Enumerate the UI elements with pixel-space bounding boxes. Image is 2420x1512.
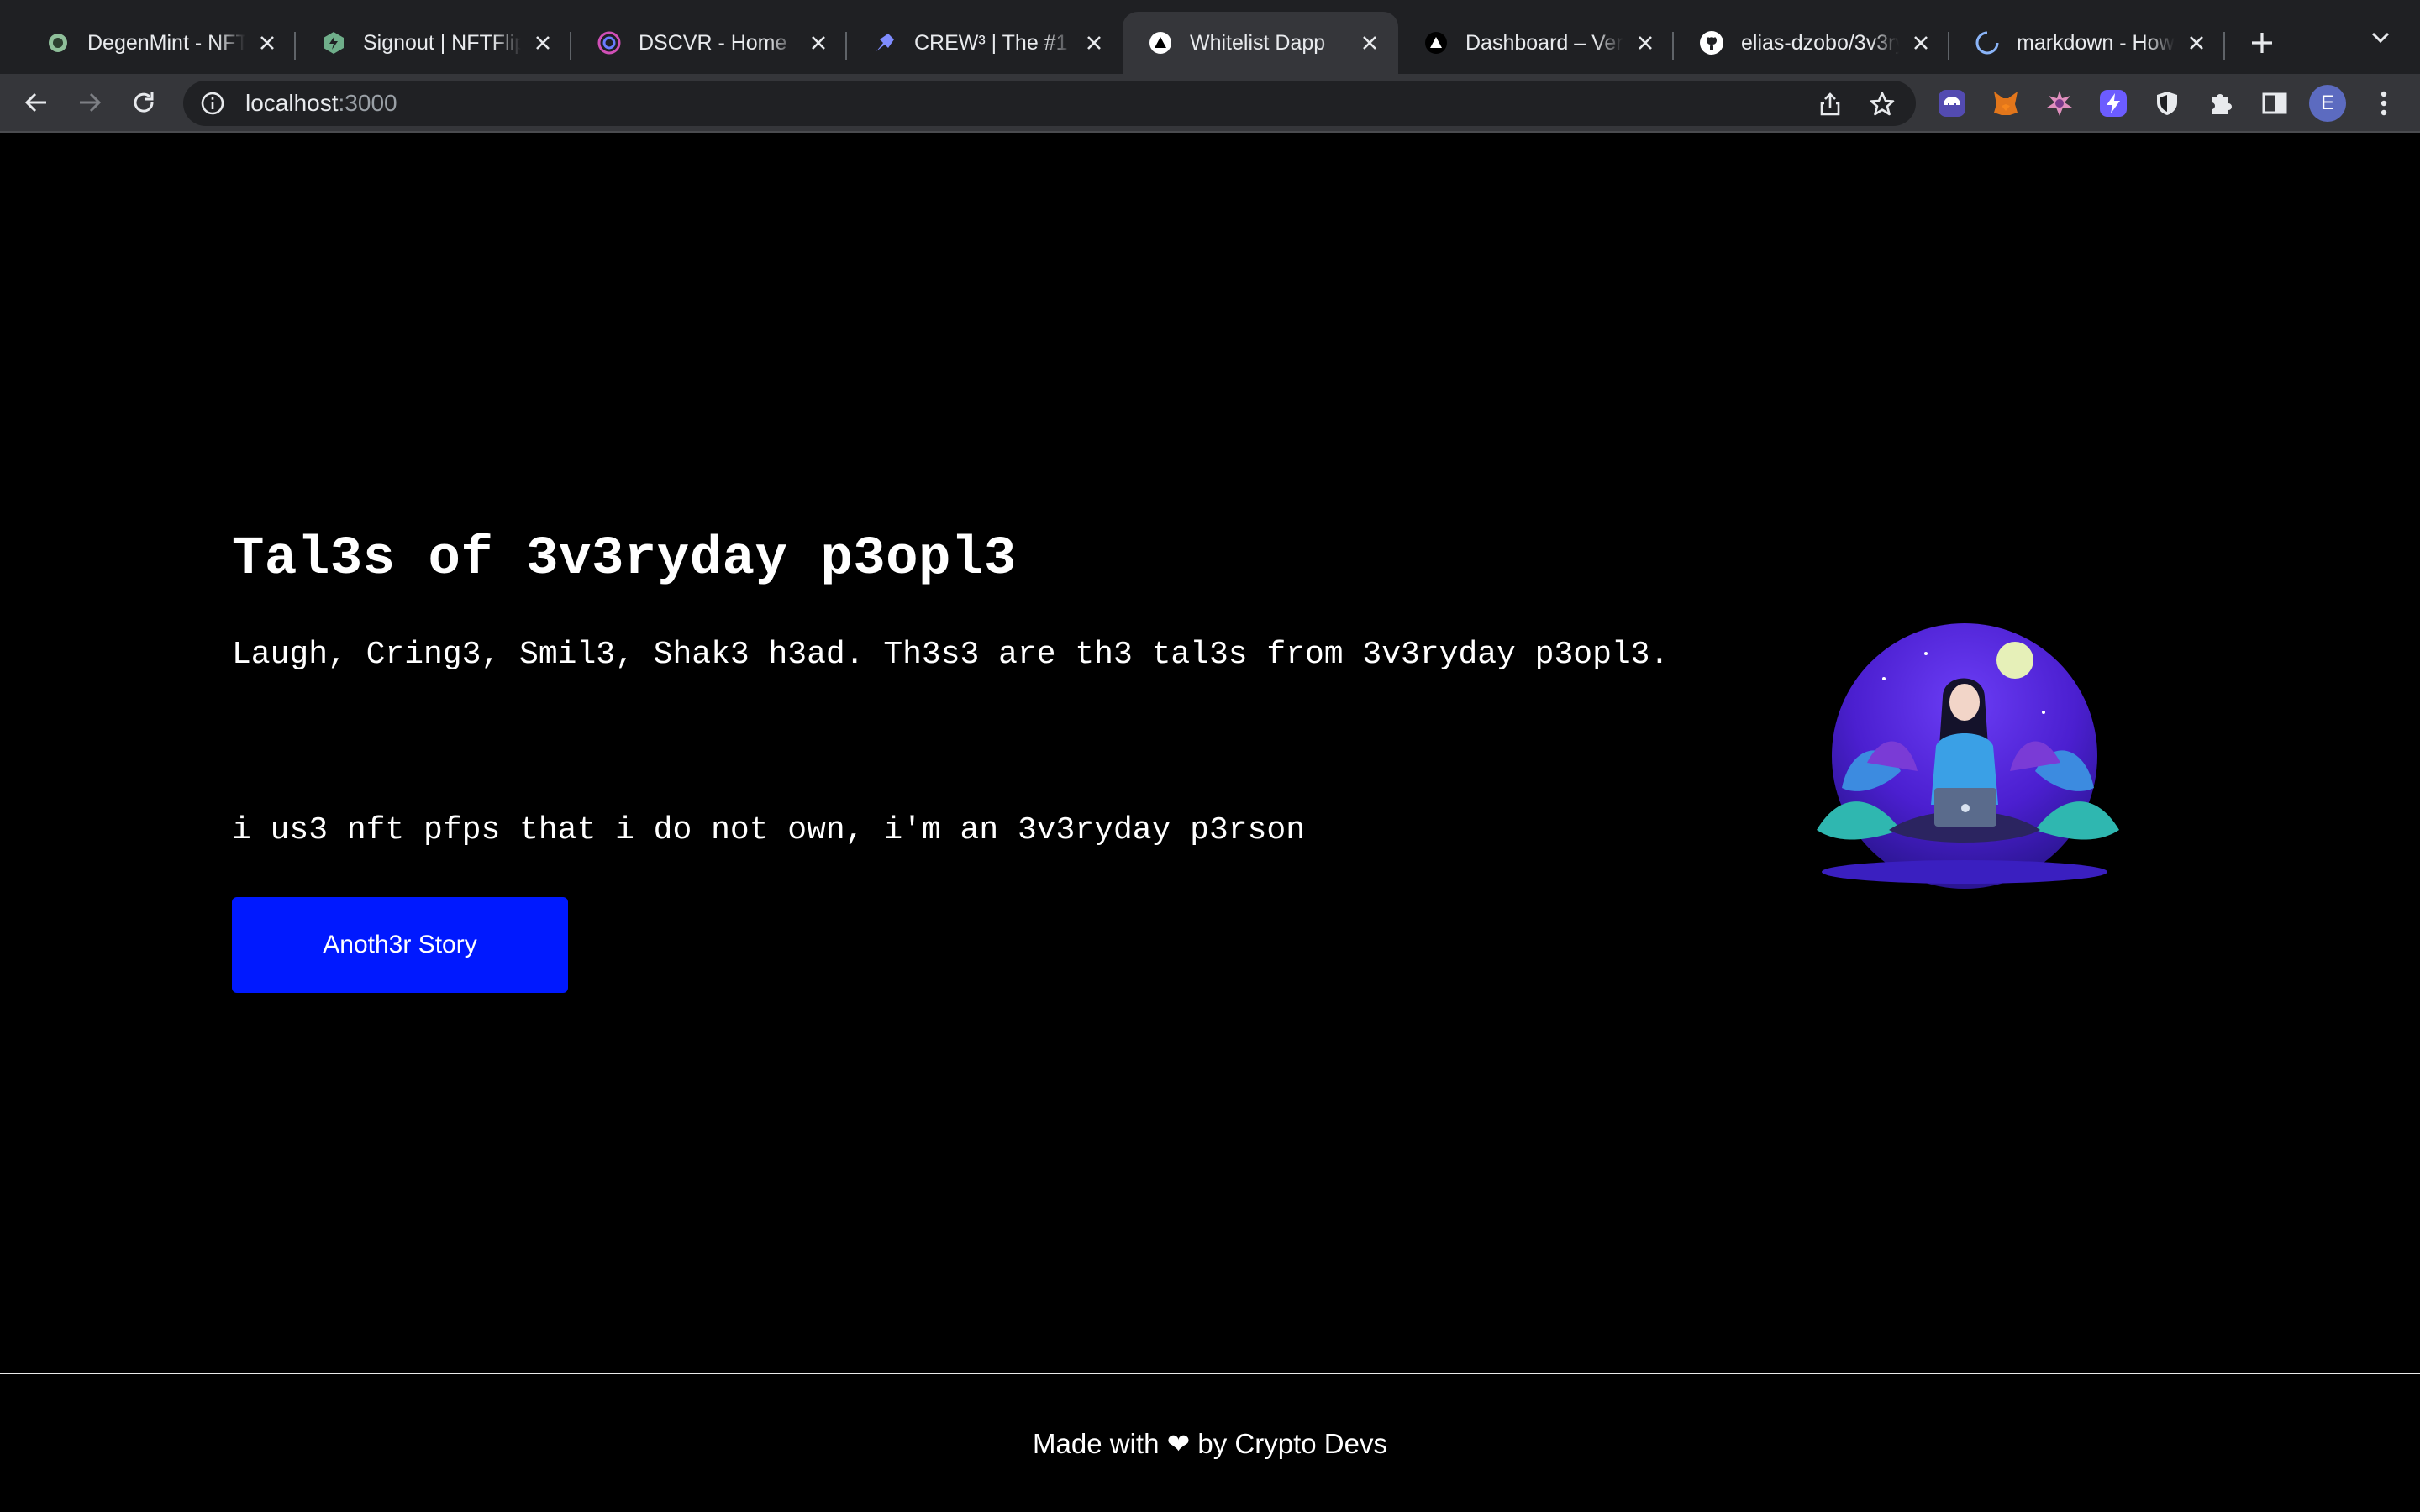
metamask-fox-icon[interactable] — [1986, 84, 2025, 123]
close-tab-icon[interactable] — [529, 29, 556, 56]
tab-title: Whitelist Dapp — [1190, 30, 1326, 55]
more-menu-kebab-icon[interactable] — [2365, 84, 2403, 123]
close-tab-icon[interactable] — [1907, 29, 1934, 56]
puzzle-extensions-icon[interactable] — [2202, 84, 2240, 123]
page-description: Laugh, Cring3, Smil3, Shak3 h3ad. Th3s3 … — [232, 637, 1670, 673]
vercel-triangle-icon — [1423, 30, 1449, 55]
phantom-wallet-icon[interactable] — [1933, 84, 1971, 123]
woman-meditating-with-laptop-illustration-icon — [1808, 620, 2128, 889]
tab-search-chevron-down-icon[interactable] — [2366, 24, 2395, 52]
reload-icon[interactable] — [124, 83, 163, 122]
address-url: localhost:3000 — [245, 90, 397, 116]
shield-extension-icon[interactable] — [2148, 84, 2186, 123]
tab-title: Signout | NFTFlip — [363, 30, 521, 55]
site-info-icon[interactable] — [198, 89, 227, 118]
tab-degenmint[interactable]: DegenMint - NFT — [20, 12, 296, 74]
tab-github-repo[interactable]: elias-dzobo/3v3ryday — [1674, 12, 1949, 74]
profile-avatar[interactable]: E — [2309, 85, 2346, 122]
crew3-favicon-icon — [872, 30, 897, 55]
loading-spinner-icon — [1975, 30, 2000, 55]
tab-title: Dashboard – Vercel — [1465, 30, 1623, 55]
browser-tab-strip: DegenMint - NFT Signout | NFTFlip DSCVR … — [0, 0, 2420, 74]
new-tab-plus-icon[interactable] — [2237, 12, 2287, 74]
nftflip-favicon-icon — [321, 30, 346, 55]
tab-whitelist-dapp[interactable]: Whitelist Dapp — [1123, 12, 1398, 74]
page-title: Tal3s of 3v3ryday p3opl3 — [232, 529, 1017, 590]
footer-credit: Made with ❤ by Crypto Devs — [1033, 1427, 1387, 1459]
tab-vercel-dashboard[interactable]: Dashboard – Vercel — [1398, 12, 1674, 74]
browser-toolbar: localhost:3000 E — [0, 74, 2420, 133]
dscvr-favicon-icon — [597, 30, 622, 55]
tab-dscvr[interactable]: DSCVR - Home — [571, 12, 847, 74]
close-tab-icon[interactable] — [1632, 29, 1659, 56]
tab-markdown[interactable]: markdown - How — [1949, 12, 2225, 74]
another-story-button[interactable]: Anoth3r Story — [232, 897, 568, 993]
lightning-extension-icon[interactable] — [2094, 84, 2133, 123]
vercel-triangle-icon — [1148, 30, 1173, 55]
bookmark-star-icon[interactable] — [1865, 87, 1899, 121]
degenmint-favicon-icon — [45, 30, 71, 55]
tab-title: markdown - How — [2017, 30, 2175, 55]
page-viewport: Tal3s of 3v3ryday p3opl3 Laugh, Cring3, … — [0, 134, 2420, 1512]
share-icon[interactable] — [1813, 87, 1847, 121]
close-tab-icon[interactable] — [805, 29, 832, 56]
tab-title: CREW³ | The #1 op — [914, 30, 1072, 55]
tab-nftflip[interactable]: Signout | NFTFlip — [296, 12, 571, 74]
tab-crew3[interactable]: CREW³ | The #1 op — [847, 12, 1123, 74]
address-bar[interactable]: localhost:3000 — [183, 81, 1916, 126]
story-text: i us3 nft pfps that i do not own, i'm an… — [232, 812, 1306, 848]
forward-arrow-icon[interactable] — [71, 83, 109, 122]
close-tab-icon[interactable] — [2183, 29, 2210, 56]
footer: Made with ❤ by Crypto Devs — [0, 1373, 2420, 1512]
close-tab-icon[interactable] — [1356, 29, 1383, 56]
close-tab-icon[interactable] — [254, 29, 281, 56]
back-arrow-icon[interactable] — [17, 83, 55, 122]
tab-title: DSCVR - Home — [639, 30, 787, 55]
close-tab-icon[interactable] — [1081, 29, 1107, 56]
github-icon — [1699, 30, 1724, 55]
tab-title: elias-dzobo/3v3ryday — [1741, 30, 1899, 55]
tab-title: DegenMint - NFT — [87, 30, 245, 55]
hero-section: Tal3s of 3v3ryday p3opl3 Laugh, Cring3, … — [232, 529, 1828, 993]
spiky-creature-extension-icon[interactable] — [2040, 84, 2079, 123]
extensions-area: E — [1933, 84, 2418, 123]
side-panel-icon[interactable] — [2255, 84, 2294, 123]
